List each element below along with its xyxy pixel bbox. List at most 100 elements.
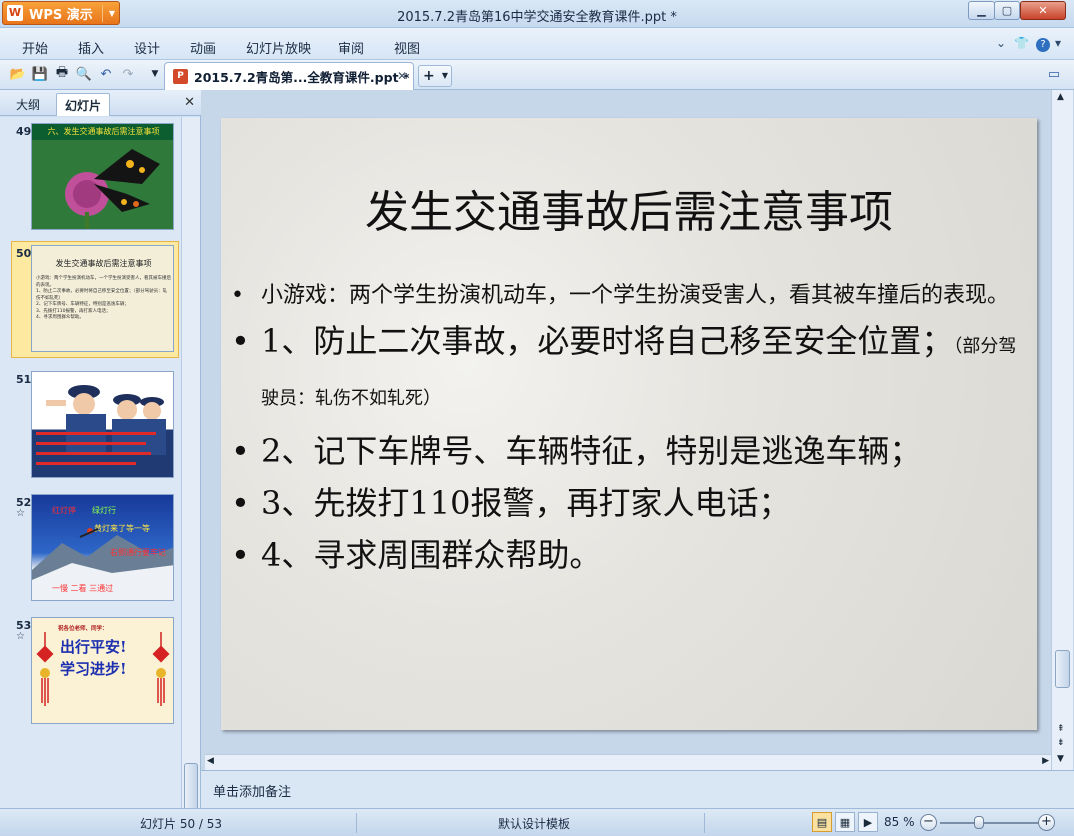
- next-slide-icon[interactable]: ⇟: [1057, 738, 1065, 748]
- window-title: 2015.7.2青岛第16中学交通安全教育课件.ppt *: [397, 10, 677, 25]
- status-bar: 幻灯片 50 / 53 默认设计模板 ▤ ▦ ▶ 85 % − +: [0, 808, 1074, 836]
- thumb-title: 发生交通事故后需注意事项: [55, 259, 152, 268]
- bullet-item: 小游戏：两个学生扮演机动车，一个学生扮演受害人，看其被车撞后的表现。: [231, 280, 1031, 312]
- zoom-level[interactable]: 85 %: [884, 815, 915, 829]
- pane-tabs: 大纲 幻灯片 ✕: [0, 90, 201, 116]
- restore-pane-icon[interactable]: ▭: [1045, 65, 1063, 83]
- save-icon[interactable]: 💾: [31, 65, 49, 83]
- slide-sorter-button[interactable]: ▦: [835, 812, 855, 832]
- notes-pane[interactable]: 单击添加备注: [201, 770, 1074, 808]
- slide-thumbnail[interactable]: 发生交通事故后需注意事项 小游戏：两个学生扮演机动车，一个学生扮演受害人，看其被…: [31, 245, 174, 352]
- slide-editor: 发生交通事故后需注意事项 小游戏：两个学生扮演机动车，一个学生扮演受害人，看其被…: [201, 90, 1074, 770]
- zoom-out-icon[interactable]: −: [920, 814, 937, 831]
- ppt-file-icon: P: [173, 69, 188, 84]
- current-slide[interactable]: 发生交通事故后需注意事项 小游戏：两个学生扮演机动车，一个学生扮演受害人，看其被…: [221, 118, 1037, 730]
- minimize-icon: ▁: [977, 4, 986, 17]
- chevron-down-icon: ▼: [441, 71, 448, 80]
- menu-insert[interactable]: 插入: [78, 38, 104, 57]
- quick-toolbar: 📂 💾 🖶 🔍 ↶ ↷ ▼ P 2015.7.2青岛第...全教育课件.ppt …: [0, 60, 1074, 90]
- bullet-item: 4、寻求周围群众帮助。: [231, 532, 1031, 578]
- grid-icon: ▦: [839, 815, 851, 829]
- slide-thumbnails: 49 六、发生交通事故后需注意事项 50 发生交通事故后需注意事项 小游戏：两个…: [0, 117, 181, 808]
- collapse-ribbon-icon[interactable]: ⌄: [996, 36, 1006, 50]
- menu-slideshow[interactable]: 幻灯片放映: [246, 38, 311, 57]
- minimize-button[interactable]: ▁: [968, 1, 995, 20]
- maximize-icon: ▢: [1001, 4, 1013, 17]
- notes-placeholder[interactable]: 单击添加备注: [213, 781, 291, 800]
- menu-animation[interactable]: 动画: [190, 38, 216, 57]
- menu-view[interactable]: 视图: [394, 38, 420, 57]
- bullet-item: 2、记下车牌号、车辆特征，特别是逃逸车辆；: [231, 428, 1031, 474]
- slide-number: 50: [16, 247, 32, 260]
- bullet-item: 1、防止二次事故，必要时将自己移至安全位置；（部分驾驶员：轧伤不如轧死）: [231, 318, 1031, 422]
- normal-view-button[interactable]: ▤: [812, 812, 832, 832]
- thumbnails-scrollbar[interactable]: [181, 117, 200, 818]
- thumb-text: 右侧通行要牢记: [110, 548, 166, 557]
- slide-thumbnail[interactable]: 祝各位老师、同学： 出行平安! 学习进步!: [31, 617, 174, 724]
- scroll-left-icon[interactable]: ◀: [207, 756, 214, 766]
- close-button[interactable]: ✕: [1020, 1, 1066, 20]
- menu-bar: 开始 插入 设计 动画 幻灯片放映 审阅 视图 ⌄ 👕 ? ▾: [0, 28, 1074, 60]
- redo-icon[interactable]: ↷: [119, 65, 137, 83]
- menu-review[interactable]: 审阅: [338, 38, 364, 57]
- slides-pane: 大纲 幻灯片 ✕ 49 六、发生交通事故后需注意事项 50 发生交通事故后需注意…: [0, 90, 201, 818]
- previous-slide-icon[interactable]: ⇞: [1057, 724, 1065, 734]
- close-icon: ✕: [1038, 4, 1048, 17]
- close-pane-icon[interactable]: ✕: [184, 95, 195, 110]
- zoom-slider-handle[interactable]: [974, 816, 984, 829]
- bullet-text: 1、防止二次事故，必要时将自己移至安全位置；: [261, 322, 954, 360]
- scroll-right-icon[interactable]: ▶: [1042, 756, 1049, 766]
- document-tab-label: 2015.7.2青岛第...全教育课件.ppt *: [194, 70, 410, 85]
- skin-icon[interactable]: 👕: [1014, 36, 1029, 50]
- zoom-slider-track[interactable]: [940, 822, 1038, 824]
- new-tab-button[interactable]: + ▼: [418, 65, 452, 87]
- customize-toolbar-icon[interactable]: ▼: [146, 65, 164, 83]
- close-tab-icon[interactable]: ✕: [397, 69, 407, 83]
- slide-thumbnail[interactable]: 六、发生交通事故后需注意事项: [31, 123, 174, 230]
- print-icon[interactable]: 🖶: [53, 65, 71, 83]
- chinese-knot-decoration: [36, 632, 170, 706]
- slide-indicator: 幻灯片 50 / 53: [140, 817, 223, 831]
- play-icon: ▶: [863, 815, 873, 829]
- zoom-in-icon[interactable]: +: [1038, 814, 1055, 831]
- normal-view-icon: ▤: [816, 815, 828, 829]
- scroll-down-icon[interactable]: ▼: [1057, 754, 1064, 764]
- thumb-line: 1、防止二次事故，必要时将自己移至安全位置；（部分驾驶员：轧伤不如轧死）: [36, 289, 168, 301]
- slide-number: 51: [16, 373, 32, 386]
- tab-slides[interactable]: 幻灯片: [56, 93, 111, 116]
- maximize-button[interactable]: ▢: [994, 1, 1020, 20]
- slide-thumbnail[interactable]: [31, 371, 174, 478]
- thumb-text: 一慢 二看 三通过: [52, 584, 114, 593]
- help-dropdown-icon[interactable]: ▾: [1055, 36, 1061, 50]
- document-tab[interactable]: P 2015.7.2青岛第...全教育课件.ppt * ✕: [164, 62, 414, 90]
- design-template-label[interactable]: 默认设计模板: [498, 815, 570, 832]
- butterfly-flower-image: [32, 140, 173, 229]
- thumb-body: 小游戏：两个学生扮演机动车，一个学生扮演受害人，看其被车撞后的表现。 1、防止二…: [36, 276, 171, 322]
- undo-icon[interactable]: ↶: [97, 65, 115, 83]
- slide-title[interactable]: 发生交通事故后需注意事项: [221, 176, 1037, 240]
- animation-star-icon: ☆: [16, 631, 25, 642]
- divider: [704, 813, 705, 833]
- slideshow-button[interactable]: ▶: [858, 812, 878, 832]
- menu-design[interactable]: 设计: [134, 38, 160, 57]
- editor-horizontal-scrollbar[interactable]: ◀ ▶: [205, 754, 1051, 770]
- slide-number: 49: [16, 125, 32, 138]
- title-bar: W WPS 演示 ▼ 2015.7.2青岛第16中学交通安全教育课件.ppt *…: [0, 0, 1074, 28]
- tab-outline[interactable]: 大纲: [8, 93, 48, 116]
- slide-thumbnail[interactable]: 红灯停 绿灯行 黄灯来了等一等 右侧通行要牢记 一慢 二看 三通过: [31, 494, 174, 601]
- editor-vertical-scrollbar[interactable]: ▲ ⇞ ⇟ ▼: [1051, 90, 1073, 770]
- open-folder-icon[interactable]: 📂: [9, 65, 27, 83]
- help-icon[interactable]: ?: [1036, 38, 1050, 52]
- thumb-line: 小游戏：两个学生扮演机动车，一个学生扮演受害人，看其被车撞后的表现。: [36, 276, 171, 288]
- slide-bullet-list[interactable]: 小游戏：两个学生扮演机动车，一个学生扮演受害人，看其被车撞后的表现。 1、防止二…: [231, 280, 1031, 578]
- bullet-item: 3、先拨打110报警，再打家人电话；: [231, 480, 1031, 526]
- print-preview-icon[interactable]: 🔍: [75, 65, 93, 83]
- animation-star-icon: ☆: [16, 508, 25, 519]
- plus-icon: +: [423, 68, 435, 84]
- thumb-line: 4、寻求周围群众帮助。: [36, 315, 84, 320]
- scrollbar-thumb[interactable]: [1055, 650, 1070, 688]
- traffic-police-image: [36, 385, 166, 465]
- scroll-up-icon[interactable]: ▲: [1057, 92, 1064, 102]
- menu-home[interactable]: 开始: [22, 38, 48, 57]
- divider: [356, 813, 357, 833]
